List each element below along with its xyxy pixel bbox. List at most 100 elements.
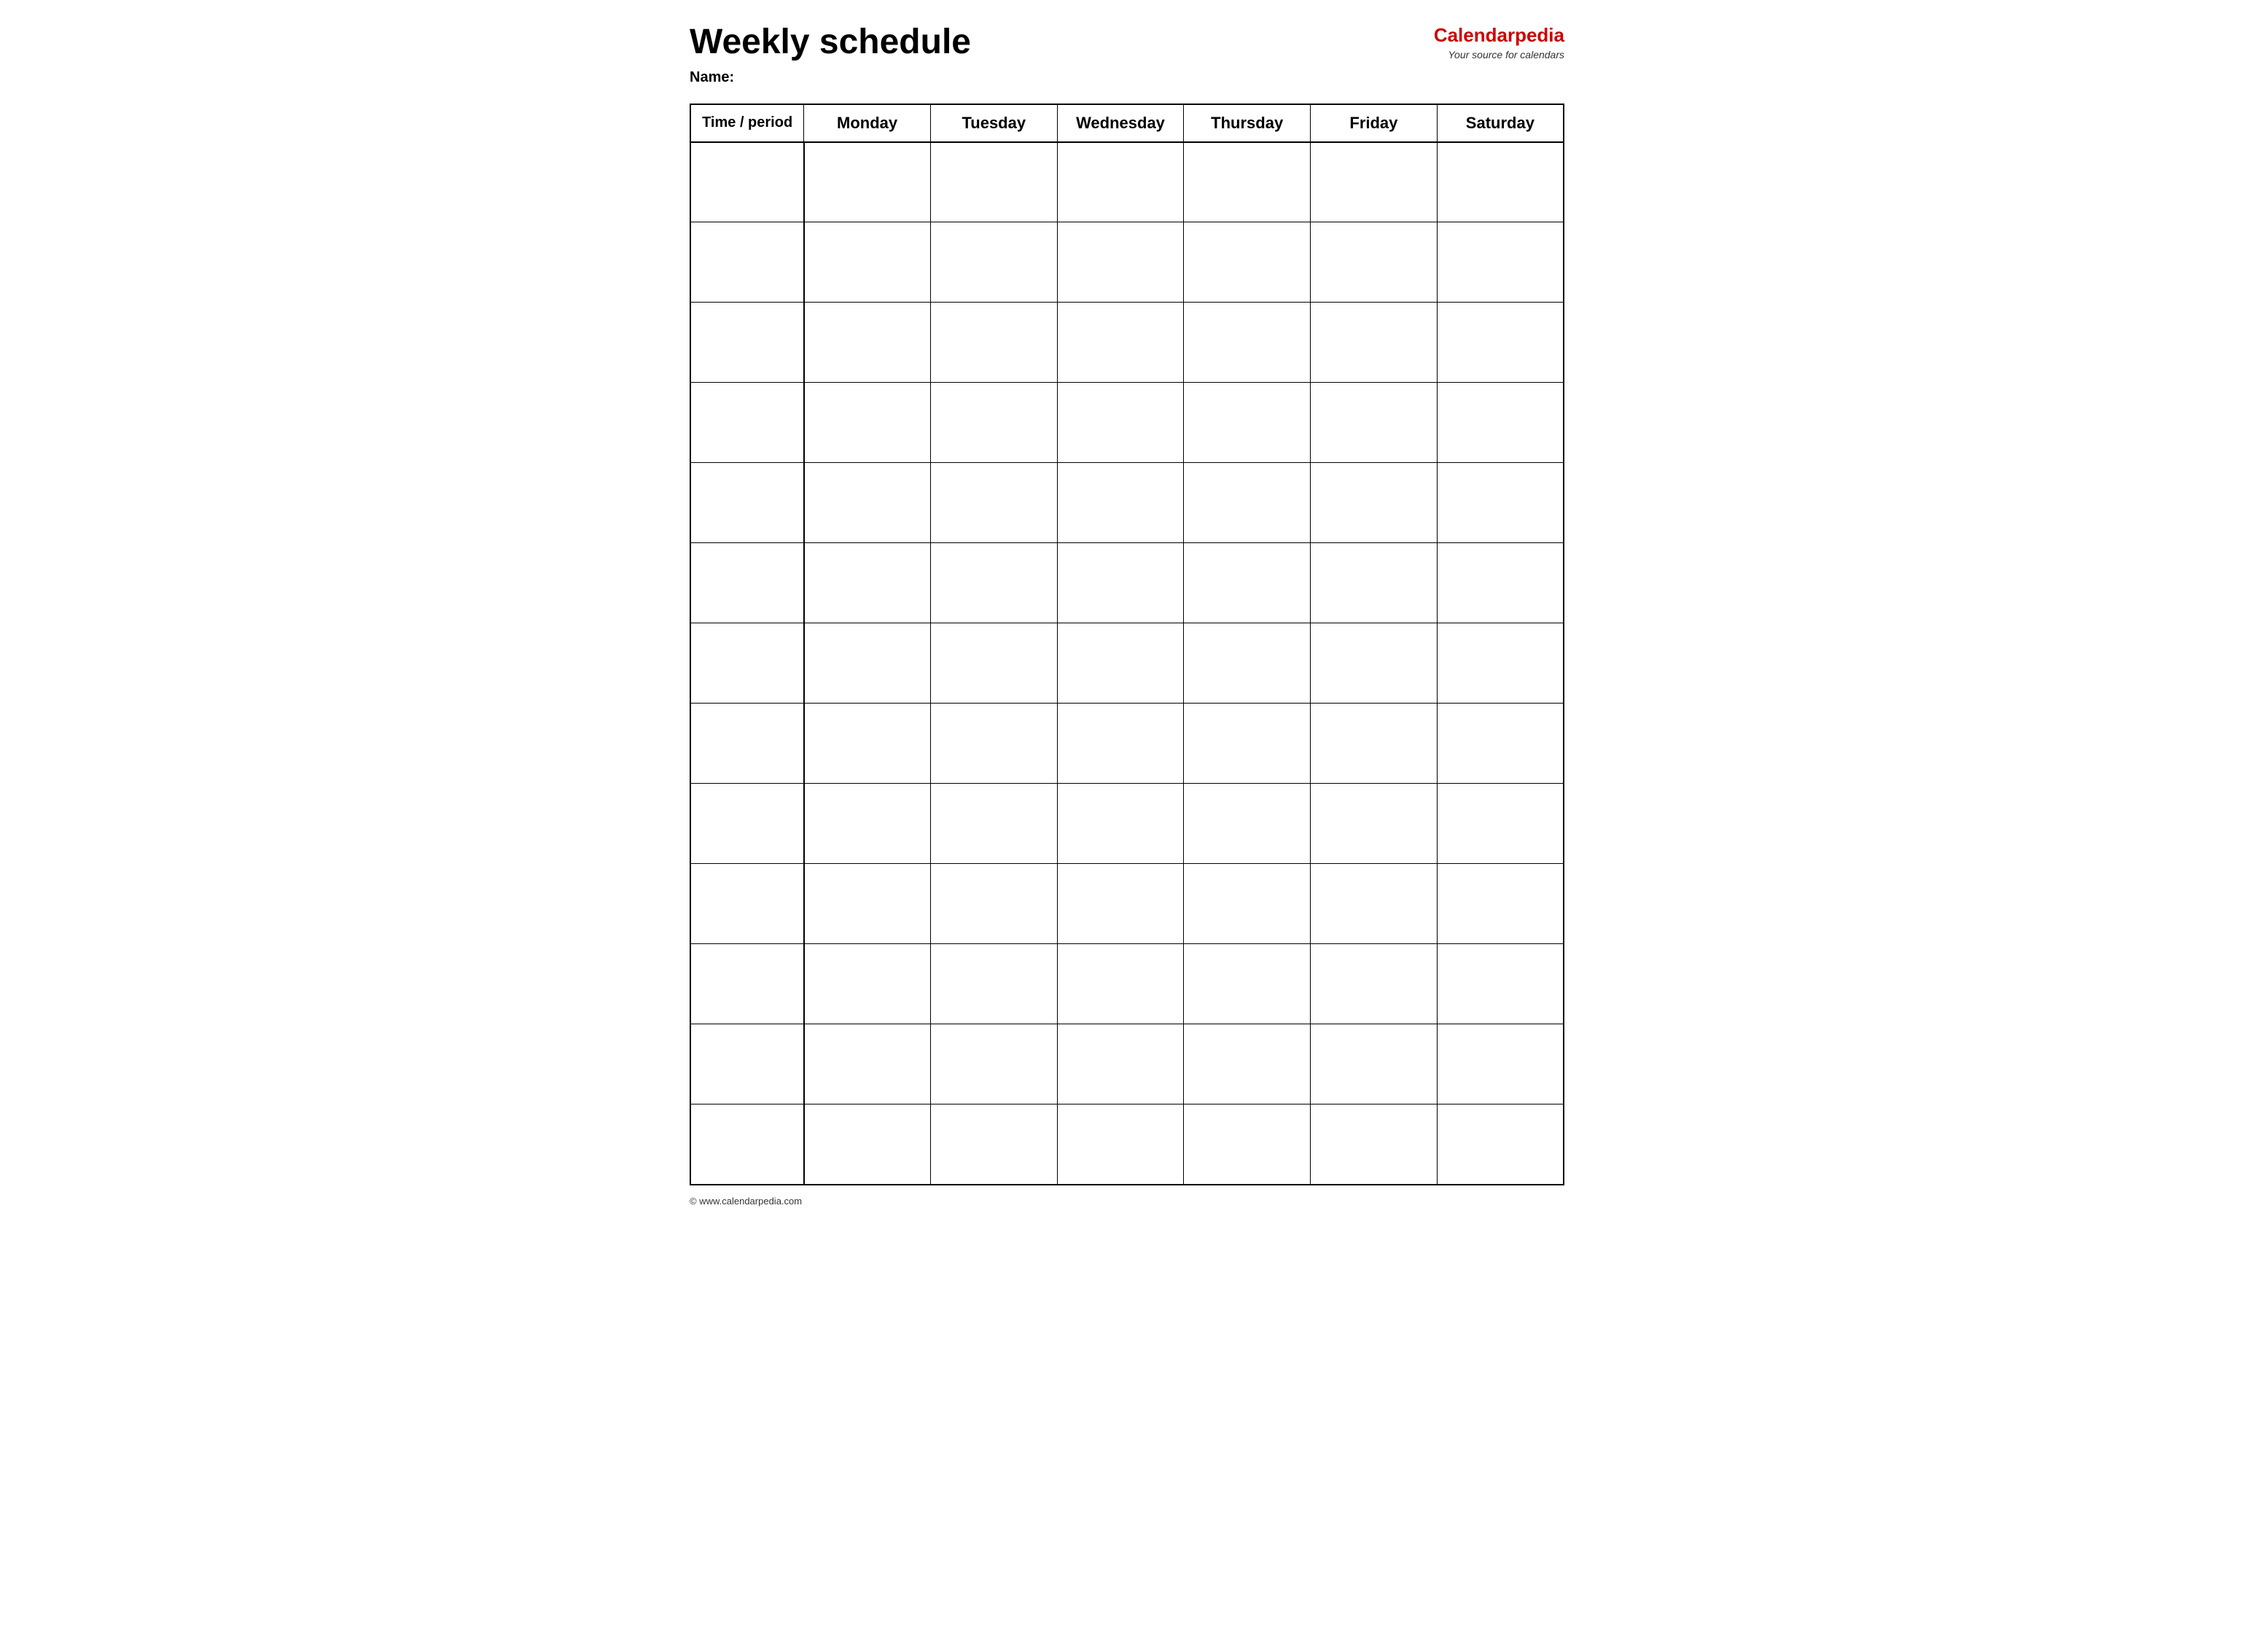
- time-period-cell[interactable]: [690, 784, 804, 864]
- logo-brand-part2: pedia: [1515, 24, 1564, 46]
- schedule-cell[interactable]: [1057, 303, 1184, 383]
- schedule-cell[interactable]: [1437, 222, 1564, 303]
- header: Weekly schedule Name: Calendarpedia Your…: [690, 23, 1564, 86]
- time-period-cell[interactable]: [690, 463, 804, 543]
- schedule-cell[interactable]: [1184, 623, 1311, 704]
- schedule-cell[interactable]: [804, 784, 931, 864]
- schedule-cell[interactable]: [804, 543, 931, 623]
- schedule-cell[interactable]: [1437, 1104, 1564, 1185]
- schedule-cell[interactable]: [804, 704, 931, 784]
- schedule-cell[interactable]: [1311, 1024, 1438, 1104]
- schedule-cell[interactable]: [804, 463, 931, 543]
- schedule-cell[interactable]: [1057, 704, 1184, 784]
- schedule-cell[interactable]: [930, 383, 1057, 463]
- schedule-cell[interactable]: [1437, 704, 1564, 784]
- time-period-cell[interactable]: [690, 303, 804, 383]
- time-period-cell[interactable]: [690, 1104, 804, 1185]
- schedule-cell[interactable]: [1311, 303, 1438, 383]
- schedule-cell[interactable]: [1311, 944, 1438, 1024]
- schedule-cell[interactable]: [804, 383, 931, 463]
- schedule-cell[interactable]: [1184, 303, 1311, 383]
- time-period-cell[interactable]: [690, 864, 804, 944]
- schedule-cell[interactable]: [1437, 944, 1564, 1024]
- schedule-cell[interactable]: [1184, 543, 1311, 623]
- schedule-cell[interactable]: [1184, 383, 1311, 463]
- page-title: Weekly schedule: [690, 23, 971, 62]
- copyright-text: © www.calendarpedia.com: [690, 1196, 802, 1207]
- schedule-cell[interactable]: [1311, 704, 1438, 784]
- schedule-cell[interactable]: [1311, 222, 1438, 303]
- time-period-cell[interactable]: [690, 944, 804, 1024]
- schedule-cell[interactable]: [930, 784, 1057, 864]
- schedule-cell[interactable]: [930, 463, 1057, 543]
- name-label: Name:: [690, 69, 971, 86]
- schedule-cell[interactable]: [1437, 142, 1564, 222]
- schedule-cell[interactable]: [1437, 303, 1564, 383]
- schedule-cell[interactable]: [1057, 222, 1184, 303]
- time-period-cell[interactable]: [690, 1024, 804, 1104]
- schedule-cell[interactable]: [1311, 1104, 1438, 1185]
- schedule-cell[interactable]: [1437, 623, 1564, 704]
- schedule-cell[interactable]: [1184, 784, 1311, 864]
- schedule-cell[interactable]: [804, 623, 931, 704]
- schedule-cell[interactable]: [1057, 784, 1184, 864]
- schedule-cell[interactable]: [930, 1104, 1057, 1185]
- schedule-cell[interactable]: [930, 222, 1057, 303]
- schedule-cell[interactable]: [930, 543, 1057, 623]
- schedule-cell[interactable]: [930, 303, 1057, 383]
- schedule-cell[interactable]: [1184, 1024, 1311, 1104]
- schedule-cell[interactable]: [804, 864, 931, 944]
- table-row: [690, 142, 1564, 222]
- schedule-cell[interactable]: [1184, 864, 1311, 944]
- schedule-cell[interactable]: [1437, 543, 1564, 623]
- schedule-cell[interactable]: [1437, 383, 1564, 463]
- schedule-cell[interactable]: [1057, 1104, 1184, 1185]
- schedule-cell[interactable]: [1057, 944, 1184, 1024]
- schedule-cell[interactable]: [1311, 543, 1438, 623]
- schedule-cell[interactable]: [1437, 784, 1564, 864]
- schedule-cell[interactable]: [1057, 543, 1184, 623]
- time-period-cell[interactable]: [690, 623, 804, 704]
- schedule-cell[interactable]: [1057, 383, 1184, 463]
- schedule-cell[interactable]: [930, 623, 1057, 704]
- time-period-cell[interactable]: [690, 222, 804, 303]
- schedule-cell[interactable]: [804, 944, 931, 1024]
- schedule-cell[interactable]: [804, 1104, 931, 1185]
- schedule-cell[interactable]: [930, 864, 1057, 944]
- table-row: [690, 303, 1564, 383]
- schedule-cell[interactable]: [1184, 142, 1311, 222]
- schedule-cell[interactable]: [1184, 944, 1311, 1024]
- schedule-cell[interactable]: [1311, 463, 1438, 543]
- schedule-cell[interactable]: [804, 1024, 931, 1104]
- schedule-cell[interactable]: [1311, 784, 1438, 864]
- schedule-cell[interactable]: [804, 142, 931, 222]
- schedule-cell[interactable]: [1311, 623, 1438, 704]
- schedule-cell[interactable]: [1437, 864, 1564, 944]
- schedule-cell[interactable]: [930, 142, 1057, 222]
- schedule-cell[interactable]: [1057, 142, 1184, 222]
- time-period-cell[interactable]: [690, 704, 804, 784]
- schedule-cell[interactable]: [1311, 864, 1438, 944]
- schedule-cell[interactable]: [1057, 463, 1184, 543]
- schedule-cell[interactable]: [1311, 142, 1438, 222]
- schedule-cell[interactable]: [804, 222, 931, 303]
- schedule-cell[interactable]: [930, 704, 1057, 784]
- schedule-cell[interactable]: [1311, 383, 1438, 463]
- time-period-cell[interactable]: [690, 543, 804, 623]
- schedule-cell[interactable]: [1057, 623, 1184, 704]
- schedule-cell[interactable]: [1437, 463, 1564, 543]
- time-period-cell[interactable]: [690, 383, 804, 463]
- table-row: [690, 864, 1564, 944]
- col-header-tuesday: Tuesday: [930, 104, 1057, 142]
- schedule-cell[interactable]: [804, 303, 931, 383]
- schedule-cell[interactable]: [930, 944, 1057, 1024]
- schedule-cell[interactable]: [1184, 704, 1311, 784]
- schedule-cell[interactable]: [1184, 463, 1311, 543]
- schedule-cell[interactable]: [1057, 1024, 1184, 1104]
- schedule-cell[interactable]: [1184, 222, 1311, 303]
- time-period-cell[interactable]: [690, 142, 804, 222]
- schedule-cell[interactable]: [1184, 1104, 1311, 1185]
- schedule-cell[interactable]: [930, 1024, 1057, 1104]
- schedule-cell[interactable]: [1057, 864, 1184, 944]
- schedule-cell[interactable]: [1437, 1024, 1564, 1104]
